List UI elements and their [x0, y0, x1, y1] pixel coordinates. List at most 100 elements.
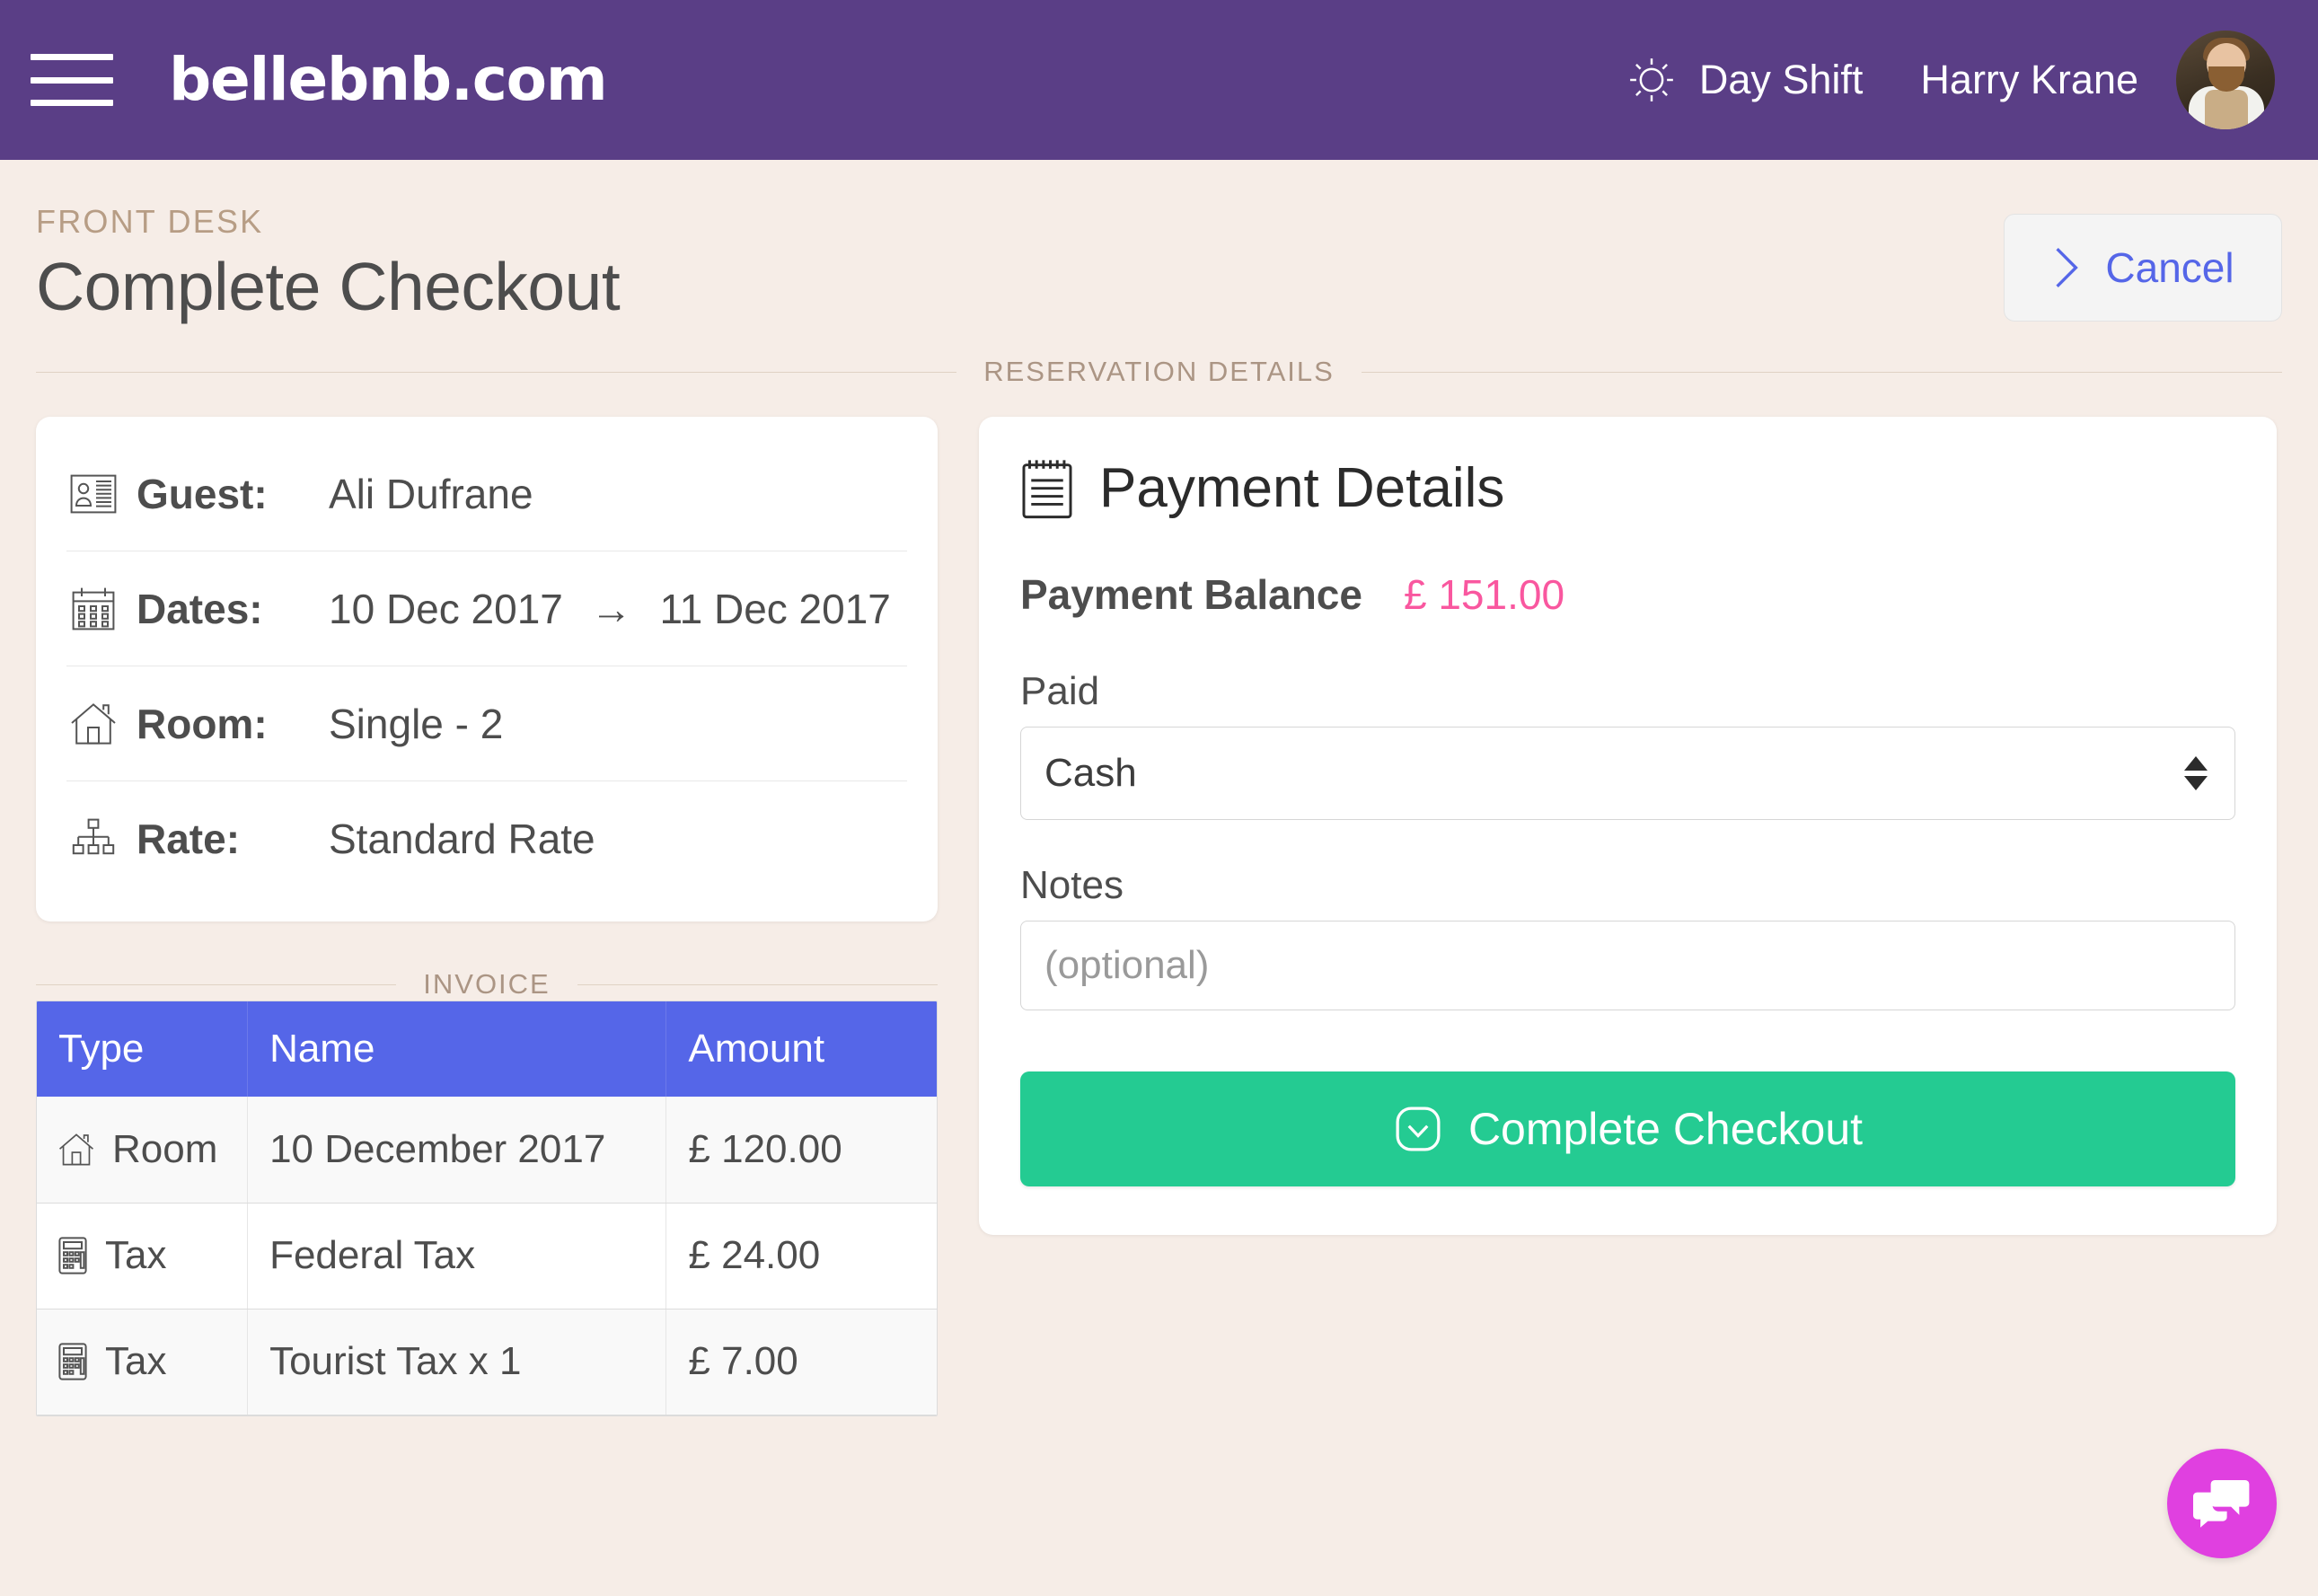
type-label: Tax	[105, 1339, 167, 1383]
user-name-label[interactable]: Harry Krane	[1920, 57, 2138, 103]
reservation-details-card: Guest: Ali Dufrane Dates: 10 Dec 2017 → …	[36, 417, 938, 921]
cell-type: Tax	[37, 1203, 249, 1309]
page-header: FRONT DESK Complete Checkout Cancel	[36, 160, 2282, 325]
cancel-button[interactable]: Cancel	[2004, 214, 2282, 322]
checkout-date: 11 Dec 2017	[659, 585, 891, 632]
reservation-value-room: Single - 2	[329, 700, 504, 747]
breadcrumb: FRONT DESK	[36, 203, 264, 240]
table-row[interactable]: Tax Tourist Tax x 1 £ 7.00	[37, 1309, 937, 1415]
reservation-value-dates: 10 Dec 2017 → 11 Dec 2017	[329, 585, 891, 633]
hamburger-line	[31, 76, 113, 84]
arrow-right-icon: →	[590, 585, 632, 632]
invoice-table: Type Name Amount Room 10 December 2017 £…	[37, 1001, 937, 1415]
house-icon	[58, 1133, 94, 1167]
id-card-icon	[66, 474, 120, 514]
notepad-icon	[1020, 458, 1074, 519]
type-cell-content: Room	[58, 1127, 225, 1172]
notes-input[interactable]: (optional)	[1020, 921, 2235, 1010]
check-square-icon	[1393, 1104, 1443, 1154]
calculator-icon	[58, 1343, 87, 1380]
reservation-label-room: Room:	[137, 700, 268, 747]
cell-amount: £ 24.00	[665, 1203, 937, 1309]
page-content: FRONT DESK Complete Checkout Cancel RESE…	[0, 160, 2318, 1416]
cell-type: Tax	[37, 1309, 249, 1415]
paid-field-group: Paid Cash	[1020, 669, 2235, 820]
left-column: Guest: Ali Dufrane Dates: 10 Dec 2017 → …	[36, 417, 938, 1416]
reservation-value-rate: Standard Rate	[329, 816, 595, 862]
section-divider-invoice-label: INVOICE	[423, 968, 551, 1000]
sun-icon	[1627, 56, 1676, 104]
reservation-row-dates: Dates: 10 Dec 2017 → 11 Dec 2017	[66, 551, 907, 666]
nav-right-group: Day Shift Harry Krane	[1627, 31, 2275, 129]
column-header-name[interactable]: Name	[247, 1001, 667, 1097]
invoice-table-body: Room 10 December 2017 £ 120.00 Tax Feder…	[37, 1097, 937, 1415]
column-header-amount[interactable]: Amount	[665, 1001, 937, 1097]
day-shift-label: Day Shift	[1698, 57, 1864, 102]
payment-method-select[interactable]: Cash	[1020, 727, 2235, 820]
right-column: Payment Details Payment Balance £ 151.00…	[979, 417, 2277, 1235]
payment-method-selected-value: Cash	[1044, 751, 1137, 795]
type-label: Room	[112, 1126, 218, 1171]
day-shift-button[interactable]: Day Shift	[1627, 56, 1864, 104]
reservation-row-rate: Rate: Standard Rate	[66, 781, 907, 896]
avatar[interactable]	[2176, 31, 2275, 129]
reservation-row-guest: Guest: Ali Dufrane	[66, 436, 907, 551]
chevron-right-icon	[2051, 244, 2082, 291]
sitemap-icon	[66, 818, 120, 860]
hamburger-line	[31, 100, 113, 106]
complete-checkout-button[interactable]: Complete Checkout	[1020, 1071, 2235, 1186]
paid-field-label: Paid	[1020, 669, 1100, 713]
chat-widget-button[interactable]	[2167, 1449, 2277, 1558]
reservation-label-dates: Dates:	[137, 585, 263, 632]
payment-details-title: Payment Details	[1099, 457, 1505, 519]
cell-name: 10 December 2017	[247, 1097, 667, 1204]
checkin-date: 10 Dec 2017	[329, 585, 563, 632]
reservation-label-guest: Guest:	[137, 470, 268, 517]
cell-name: Federal Tax	[247, 1203, 667, 1309]
reservation-row-room: Room: Single - 2	[66, 666, 907, 781]
hamburger-line	[31, 54, 113, 60]
type-label: Tax	[105, 1233, 167, 1277]
select-stepper-arrows-icon	[2184, 756, 2208, 790]
section-divider-invoice: INVOICE	[36, 968, 938, 1001]
section-divider-reservation: RESERVATION DETAILS	[36, 356, 2282, 388]
triangle-down-icon	[2184, 776, 2208, 790]
payment-balance-value: £ 151.00	[1403, 571, 1565, 618]
section-divider-reservation-label: RESERVATION DETAILS	[983, 356, 1335, 387]
main-layout: Guest: Ali Dufrane Dates: 10 Dec 2017 → …	[36, 417, 2282, 1416]
table-row[interactable]: Tax Federal Tax £ 24.00	[37, 1203, 937, 1309]
payment-balance-label: Payment Balance	[1020, 571, 1362, 618]
type-cell-content: Tax	[58, 1339, 225, 1384]
cell-name: Tourist Tax x 1	[247, 1309, 667, 1415]
payment-balance-row: Payment Balance £ 151.00	[1020, 570, 2235, 619]
invoice-header-row: Type Name Amount	[37, 1001, 937, 1097]
chat-bubbles-icon	[2193, 1477, 2251, 1530]
top-navigation-bar: bellebnb.com Day Shift Harry Krane	[0, 0, 2318, 160]
payment-details-card: Payment Details Payment Balance £ 151.00…	[979, 417, 2277, 1235]
payment-details-header: Payment Details	[1020, 456, 2235, 520]
cell-type: Room	[37, 1097, 249, 1204]
reservation-label-rate: Rate:	[137, 816, 241, 862]
notes-field-label: Notes	[1020, 863, 1124, 907]
calendar-icon	[66, 586, 120, 631]
cell-amount: £ 120.00	[665, 1097, 937, 1204]
house-icon	[66, 702, 120, 745]
cancel-button-label: Cancel	[2105, 244, 2234, 291]
invoice-table-head: Type Name Amount	[37, 1001, 937, 1097]
notes-field-group: Notes (optional)	[1020, 863, 2235, 1010]
calculator-icon	[58, 1237, 87, 1274]
hamburger-menu-icon[interactable]	[31, 46, 113, 114]
type-cell-content: Tax	[58, 1233, 225, 1278]
brand-logo[interactable]: bellebnb.com	[169, 50, 608, 110]
page-title-group: FRONT DESK Complete Checkout	[36, 203, 621, 325]
complete-checkout-label: Complete Checkout	[1467, 1104, 1864, 1154]
notes-placeholder: (optional)	[1044, 943, 1210, 987]
avatar-apron	[2205, 90, 2248, 129]
table-row[interactable]: Room 10 December 2017 £ 120.00	[37, 1097, 937, 1204]
column-header-type[interactable]: Type	[37, 1001, 249, 1097]
reservation-value-guest: Ali Dufrane	[329, 470, 533, 517]
triangle-up-icon	[2184, 756, 2208, 771]
invoice-table-wrapper: Type Name Amount Room 10 December 2017 £…	[36, 1001, 938, 1416]
page-title: Complete Checkout	[36, 249, 621, 324]
cell-amount: £ 7.00	[665, 1309, 937, 1415]
